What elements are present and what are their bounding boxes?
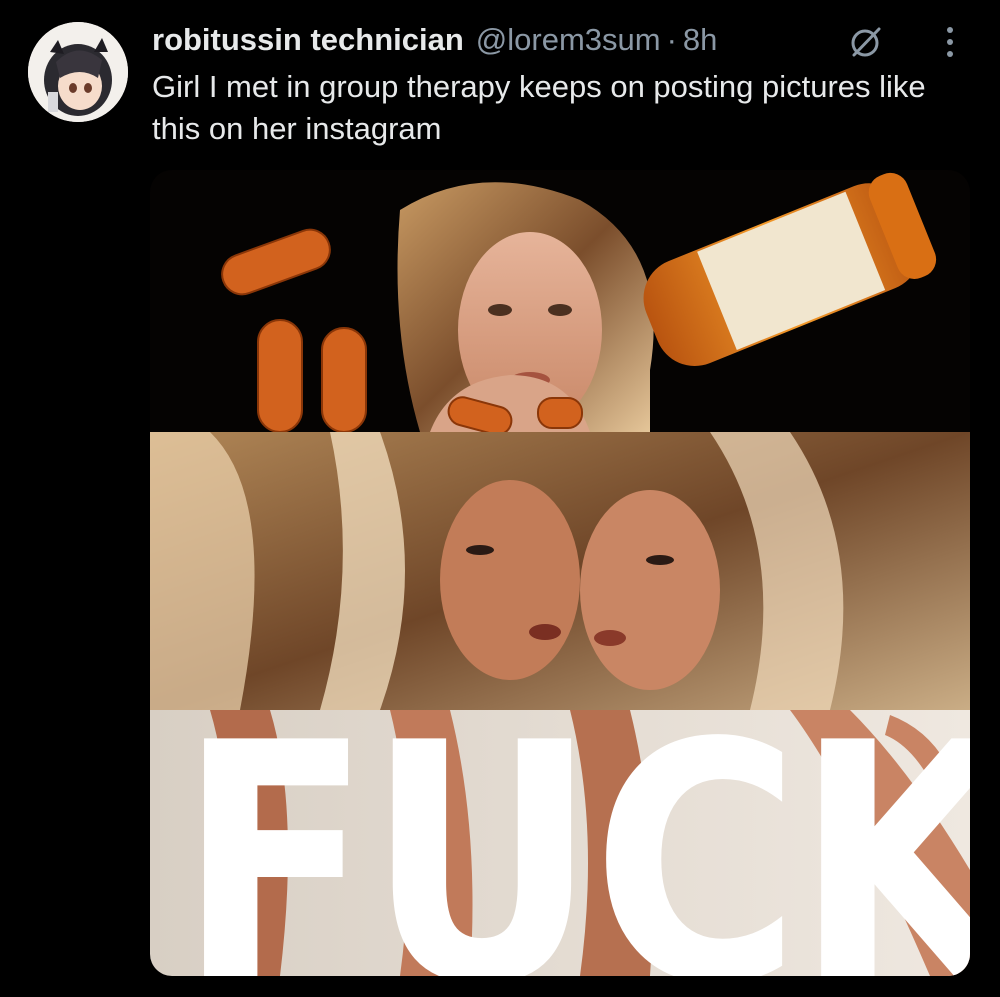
post-timestamp[interactable]: 8h (683, 20, 717, 60)
tweet-media[interactable]: FUCK (150, 170, 970, 976)
more-dots-icon[interactable] (930, 22, 970, 62)
tweet-header: robitussin technician @lorem3sum · 8h (152, 20, 717, 60)
tweet[interactable]: robitussin technician @lorem3sum · 8h Gi… (0, 0, 1000, 997)
media-overlay-text: FUCK (178, 673, 970, 976)
tweet-text: Girl I met in group therapy keeps on pos… (152, 69, 926, 146)
separator-dot: · (666, 22, 677, 57)
author-display-name[interactable]: robitussin technician (152, 20, 464, 60)
anime-avatar-icon (28, 22, 128, 122)
grok-icon[interactable] (848, 24, 884, 60)
author-handle[interactable]: @lorem3sum (476, 20, 661, 60)
author-avatar[interactable] (28, 22, 128, 122)
